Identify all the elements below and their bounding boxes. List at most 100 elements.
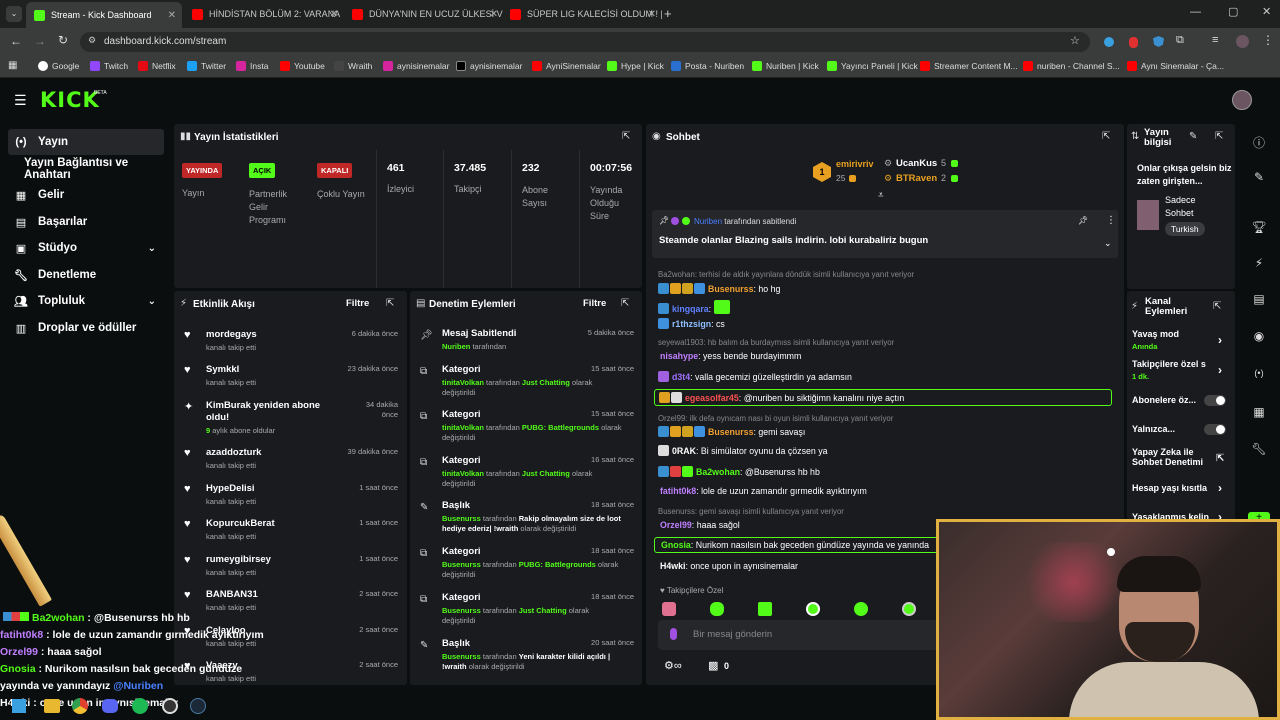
toggle-switch[interactable] [1204,424,1226,435]
bookmark-streamer-content[interactable]: Streamer Content M... [920,61,1018,71]
chat-username[interactable]: Ba2wohan [696,467,740,477]
close-tab-icon[interactable]: ✕ [490,9,498,20]
bookmark-nuriben-channel[interactable]: nuriben - Channel S... [1023,61,1120,71]
extensions-puzzle-icon[interactable]: ⧉ [1176,34,1184,47]
bookmark-google[interactable]: Google [38,61,79,71]
list-icon[interactable]: ▤ [1250,292,1268,306]
action-slow-mode[interactable]: Yavaş mod Anında › [1132,329,1232,355]
browser-menu-icon[interactable]: ⋮ [1262,33,1274,47]
edit-icon[interactable]: ✎ [1189,131,1197,142]
chat-message[interactable]: Orzel99: haaa sağol [658,520,740,530]
bookmark-ayni-sinemalar[interactable]: Aynı Sinemalar - Ça... [1127,61,1224,71]
site-info-icon[interactable]: ⚙ [88,35,96,46]
nav-item-droplar[interactable]: ▥ Droplar ve ödüller [8,315,164,341]
popout-icon[interactable]: ⇱ [1102,131,1110,142]
chat-message[interactable]: Busenurss: gemi savaşı [658,426,805,437]
emote-icon[interactable] [662,602,676,616]
chat-username[interactable]: Busenurss [708,284,753,294]
unpin-icon[interactable]: 📌︎ [1078,216,1088,225]
bookmark-yayinci-paneli[interactable]: Yayıncı Paneli | Kick [827,61,918,71]
bookmark-aynisinemalar-insta[interactable]: aynisinemalar [383,61,449,71]
toggle-switch[interactable] [1204,395,1226,406]
kick-logo[interactable]: KICK [40,88,100,112]
nav-item-yayin[interactable]: (•) Yayın [8,129,164,155]
emote-icon[interactable] [902,602,916,616]
minimize-button[interactable]: — [1190,6,1201,18]
chat-username[interactable]: Orzel99 [660,520,692,530]
trophy-icon[interactable]: 🏆︎ [1250,220,1268,234]
chat-username[interactable]: fatiht0k8 [660,486,696,496]
popout-icon[interactable]: ⇱ [1213,301,1221,312]
tab-youtube-2[interactable]: DÜNYA'NIN EN UCUZ ÜLKESİ V ✕ [344,3,504,25]
chat-username[interactable]: nisahype [660,351,698,361]
leader-name[interactable]: emirivriv [836,159,874,169]
chat-username[interactable]: kingqara [672,304,709,314]
media-control-icon[interactable]: ≡ [1212,34,1218,46]
extension-icon-2[interactable] [1129,37,1138,48]
chat-message[interactable]: r1thzsign: cs [658,318,725,329]
extension-icon-3[interactable] [1153,36,1164,47]
expand-leaderboard-icon[interactable]: ⩡ [878,190,884,201]
bookmark-aynisinemalar-yt[interactable]: AyniSinemalar [532,61,601,71]
bookmark-insta[interactable]: Insta [236,61,268,71]
chrome-icon[interactable] [72,698,88,714]
chat-message[interactable]: H4wki: once upon in aynısinemalar [658,561,798,571]
nav-item-stream-key[interactable]: Yayın Bağlantısı ve Anahtarı [8,156,164,182]
leader-name[interactable]: BTRaven [896,173,937,184]
nav-item-gelir[interactable]: ▦ Gelir [8,182,164,208]
forward-icon[interactable]: → [34,34,46,48]
url-field[interactable]: dashboard.kick.com/stream [80,32,1090,52]
action-subscribers-only[interactable]: Abonelere öz... [1132,393,1232,409]
bookmark-twitter[interactable]: Twitter [187,61,226,71]
filter-button[interactable]: Filtre [346,298,369,309]
chat-settings-icon[interactable]: ⚙︎∞ [664,659,682,672]
chat-username[interactable]: H4wki [660,561,685,571]
tab-youtube-3[interactable]: SÜPER LIG KALECİSİ OLDUM ! | ✕ [502,3,662,25]
chat-message[interactable]: egeasolfar45: @nuriben bu siktiğimn kana… [654,389,1112,406]
action-followers-only[interactable]: Takipçilere özel s 1 dk. › [1132,359,1232,385]
broadcast-icon[interactable]: (•) [1250,368,1268,378]
bookmark-star-icon[interactable]: ☆ [1070,34,1080,47]
chat-username[interactable]: egeasolfar45 [685,393,739,403]
new-tab-button[interactable]: + [664,6,672,21]
popout-icon[interactable]: ⇱ [386,298,394,309]
chat-username[interactable]: r1thzsign [672,319,711,329]
action-account-age[interactable]: Hesap yaşı kısıtla › [1132,481,1232,497]
chevron-down-icon[interactable]: ⌄ [1104,238,1112,249]
action-emote-only[interactable]: Yalnızca... [1132,422,1232,438]
bookmark-nuriben-kick[interactable]: Nuriben | Kick [752,61,819,71]
close-tab-icon[interactable]: ✕ [648,9,656,20]
gift-icon[interactable]: ▩ [708,659,718,672]
nav-item-basarilar[interactable]: ▤ Başarılar [8,209,164,235]
wrench-icon[interactable]: 🔧︎ [1250,442,1268,456]
chat-message[interactable]: fatiht0k8: lole de uzun zamandır gırmedi… [658,486,867,496]
chat-message[interactable]: Busenurss: ho hg [658,283,780,294]
edit-icon[interactable]: ✎ [1250,170,1268,184]
chat-bubble-icon[interactable]: ◉ [1250,329,1268,343]
filter-button[interactable]: Filtre [583,298,606,309]
bookmark-netflix[interactable]: Netflix [138,61,176,71]
chat-message[interactable]: nisahype: yess bende burdayimmm [658,351,801,361]
popout-icon[interactable]: ⇱ [622,131,630,142]
nav-item-studyo[interactable]: ▣ Stüdyo ⌄ [8,235,164,261]
obs-icon[interactable] [162,698,178,714]
bookmark-youtube[interactable]: Youtube [280,61,325,71]
chat-message[interactable]: 0RAK: Bi simülator oyunu da çözsen ya [658,445,828,456]
discord-icon[interactable] [102,699,118,713]
bookmark-wraith[interactable]: Wraith [334,61,372,71]
popout-icon[interactable]: ⇱ [1215,131,1223,142]
back-icon[interactable]: ← [10,34,22,48]
folder-icon[interactable] [44,699,60,713]
chat-username[interactable]: Gnosia [661,540,691,550]
emote-icon[interactable] [758,602,772,616]
popout-icon[interactable]: ⇱ [621,298,629,309]
emote-icon[interactable] [806,602,820,616]
nav-item-denetleme[interactable]: 🔧︎ Denetleme [8,262,164,288]
tab-kick-dashboard[interactable]: Stream - Kick Dashboard ✕ [26,2,182,28]
user-avatar[interactable] [1232,90,1252,110]
hamburger-menu-icon[interactable]: ☰ [14,92,27,109]
emote-icon[interactable] [854,602,868,616]
lightning-icon[interactable]: ⚡︎ [1250,256,1268,270]
bookmark-aynisinemalar-x[interactable]: aynisinemalar [456,61,522,71]
pinned-message[interactable]: 📌︎ Nuriben tarafından sabitlendi 📌︎ ⋮ St… [652,210,1118,258]
